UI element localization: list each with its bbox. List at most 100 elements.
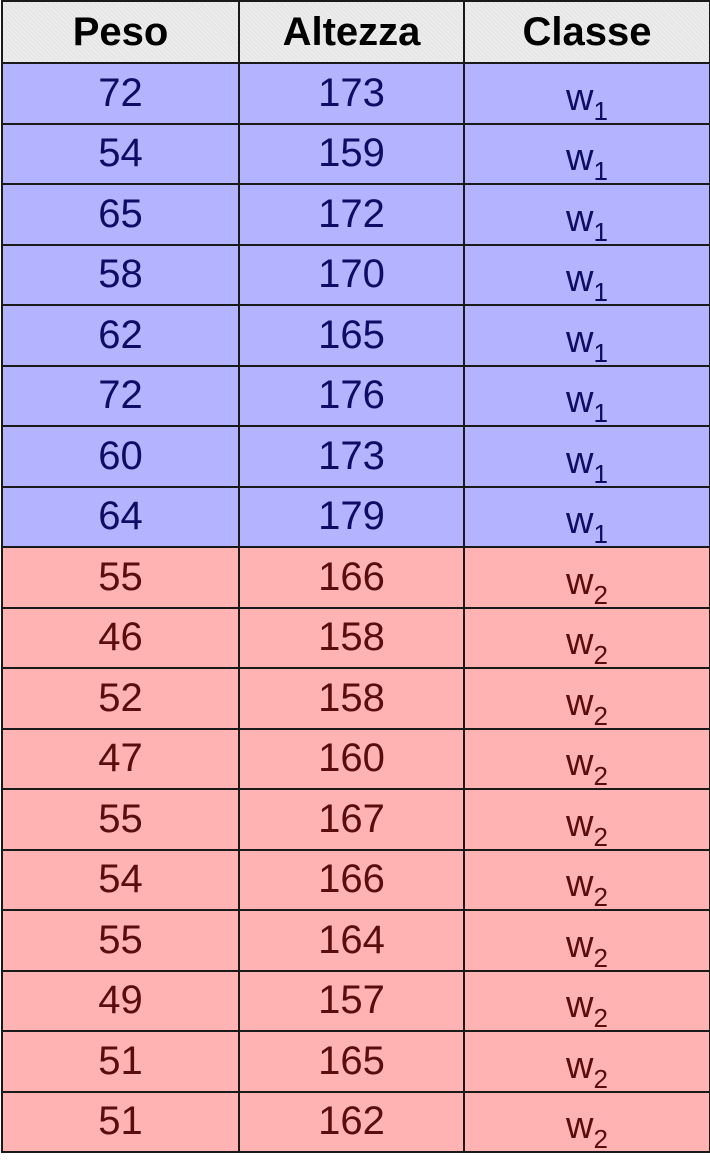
classe-subscript: 1	[593, 519, 608, 550]
cell-classe: w2	[463, 969, 710, 1033]
cell-altezza: 167	[238, 788, 465, 851]
classe-label: w1	[566, 137, 608, 186]
cell-classe: w1	[463, 304, 710, 368]
classe-subscript: 2	[593, 579, 608, 610]
cell-peso: 51	[1, 1030, 240, 1093]
classe-label: w1	[566, 500, 608, 549]
cell-altezza: 158	[238, 667, 465, 730]
classe-label: w1	[566, 439, 608, 489]
cell-altezza: 160	[238, 727, 465, 790]
cell-altezza: 176	[238, 364, 465, 427]
table-row: 55 164 w2	[1, 909, 710, 973]
table-row: 49 157 w2	[1, 969, 710, 1033]
cell-peso: 55	[1, 909, 240, 972]
cell-classe: w2	[463, 1090, 710, 1154]
classe-subscript: 2	[593, 640, 608, 671]
classe-label: w2	[566, 984, 608, 1033]
classe-base-text: w	[566, 560, 594, 603]
classe-subscript: 1	[593, 277, 608, 308]
cell-peso: 47	[1, 727, 240, 790]
classe-subscript: 1	[593, 216, 608, 247]
classe-base-text: w	[566, 197, 594, 240]
classe-base-text: w	[566, 137, 594, 180]
cell-classe: w2	[463, 909, 710, 973]
cell-peso: 51	[1, 1090, 240, 1153]
cell-classe: w1	[463, 122, 710, 186]
data-table: Peso Altezza Classe 72 173 w1 54 159 w1 65 172 w…	[1, 0, 710, 1154]
table-row: 65 172 w1	[1, 183, 710, 247]
cell-altezza: 165	[238, 304, 465, 367]
table-row: 54 159 w1	[1, 122, 710, 186]
table-row: 58 170 w1	[1, 243, 710, 307]
cell-altezza: 170	[238, 243, 465, 306]
classe-subscript: 2	[593, 761, 608, 792]
classe-subscript: 2	[593, 942, 608, 973]
table-row: 47 160 w2	[1, 727, 710, 792]
classe-base-text: w	[566, 923, 594, 966]
cell-classe: w1	[463, 485, 710, 549]
table-row: 62 165 w1	[1, 304, 710, 368]
classe-subscript: 1	[593, 337, 608, 368]
header-peso: Peso	[1, 0, 240, 64]
cell-altezza: 164	[238, 909, 465, 972]
classe-subscript: 2	[593, 1003, 608, 1034]
cell-peso: 72	[1, 62, 240, 125]
cell-classe: w1	[463, 183, 710, 247]
cell-altezza: 179	[238, 485, 465, 548]
cell-peso: 49	[1, 969, 240, 1032]
cell-classe: w1	[463, 62, 710, 126]
classe-label: w1	[566, 76, 608, 126]
table-row: 55 167 w2	[1, 788, 710, 852]
table-row: 72 173 w1	[1, 62, 710, 126]
classe-subscript: 2	[593, 882, 608, 913]
classe-label: w2	[566, 1045, 608, 1094]
cell-classe: w2	[463, 848, 710, 912]
cell-altezza: 165	[238, 1030, 465, 1093]
cell-peso: 64	[1, 485, 240, 548]
data-table-container: Peso Altezza Classe 72 173 w1 54 159 w1 65 172 w…	[1, 0, 710, 1160]
cell-classe: w2	[463, 788, 710, 852]
classe-label: w2	[566, 682, 608, 731]
cell-peso: 55	[1, 788, 240, 851]
table-row: 52 158 w2	[1, 667, 710, 731]
table-header: Peso Altezza Classe	[1, 0, 710, 64]
classe-label: w2	[566, 621, 608, 670]
cell-peso: 65	[1, 183, 240, 246]
classe-base-text: w	[566, 1105, 594, 1148]
classe-label: w2	[566, 803, 608, 852]
classe-base-text: w	[566, 742, 594, 785]
cell-peso: 72	[1, 364, 240, 427]
cell-peso: 46	[1, 606, 240, 669]
classe-base-text: w	[566, 439, 594, 482]
cell-altezza: 158	[238, 606, 465, 669]
classe-subscript: 2	[593, 700, 608, 731]
classe-base-text: w	[566, 258, 594, 301]
classe-subscript: 1	[593, 156, 608, 187]
classe-label: w1	[566, 379, 608, 428]
cell-peso: 54	[1, 848, 240, 911]
classe-label: w2	[566, 560, 608, 610]
classe-subscript: 1	[593, 95, 608, 126]
classe-base-text: w	[566, 984, 594, 1027]
cell-peso: 58	[1, 243, 240, 306]
cell-altezza: 172	[238, 183, 465, 246]
classe-base-text: w	[566, 621, 594, 664]
classe-subscript: 1	[593, 458, 608, 489]
table-row: 60 173 w1	[1, 425, 710, 489]
cell-classe: w1	[463, 425, 710, 489]
cell-classe: w2	[463, 606, 710, 670]
table-row: 46 158 w2	[1, 606, 710, 670]
cell-altezza: 173	[238, 62, 465, 125]
cell-classe: w1	[463, 243, 710, 307]
classe-label: w1	[566, 197, 608, 247]
cell-peso: 55	[1, 546, 240, 609]
cell-peso: 52	[1, 667, 240, 730]
header-altezza: Altezza	[238, 0, 465, 64]
cell-altezza: 166	[238, 546, 465, 609]
classe-label: w1	[566, 258, 608, 307]
cell-altezza: 173	[238, 425, 465, 488]
table-row: 72 176 w1	[1, 364, 710, 428]
classe-base-text: w	[566, 76, 594, 119]
classe-label: w2	[566, 863, 608, 912]
cell-classe: w1	[463, 364, 710, 428]
